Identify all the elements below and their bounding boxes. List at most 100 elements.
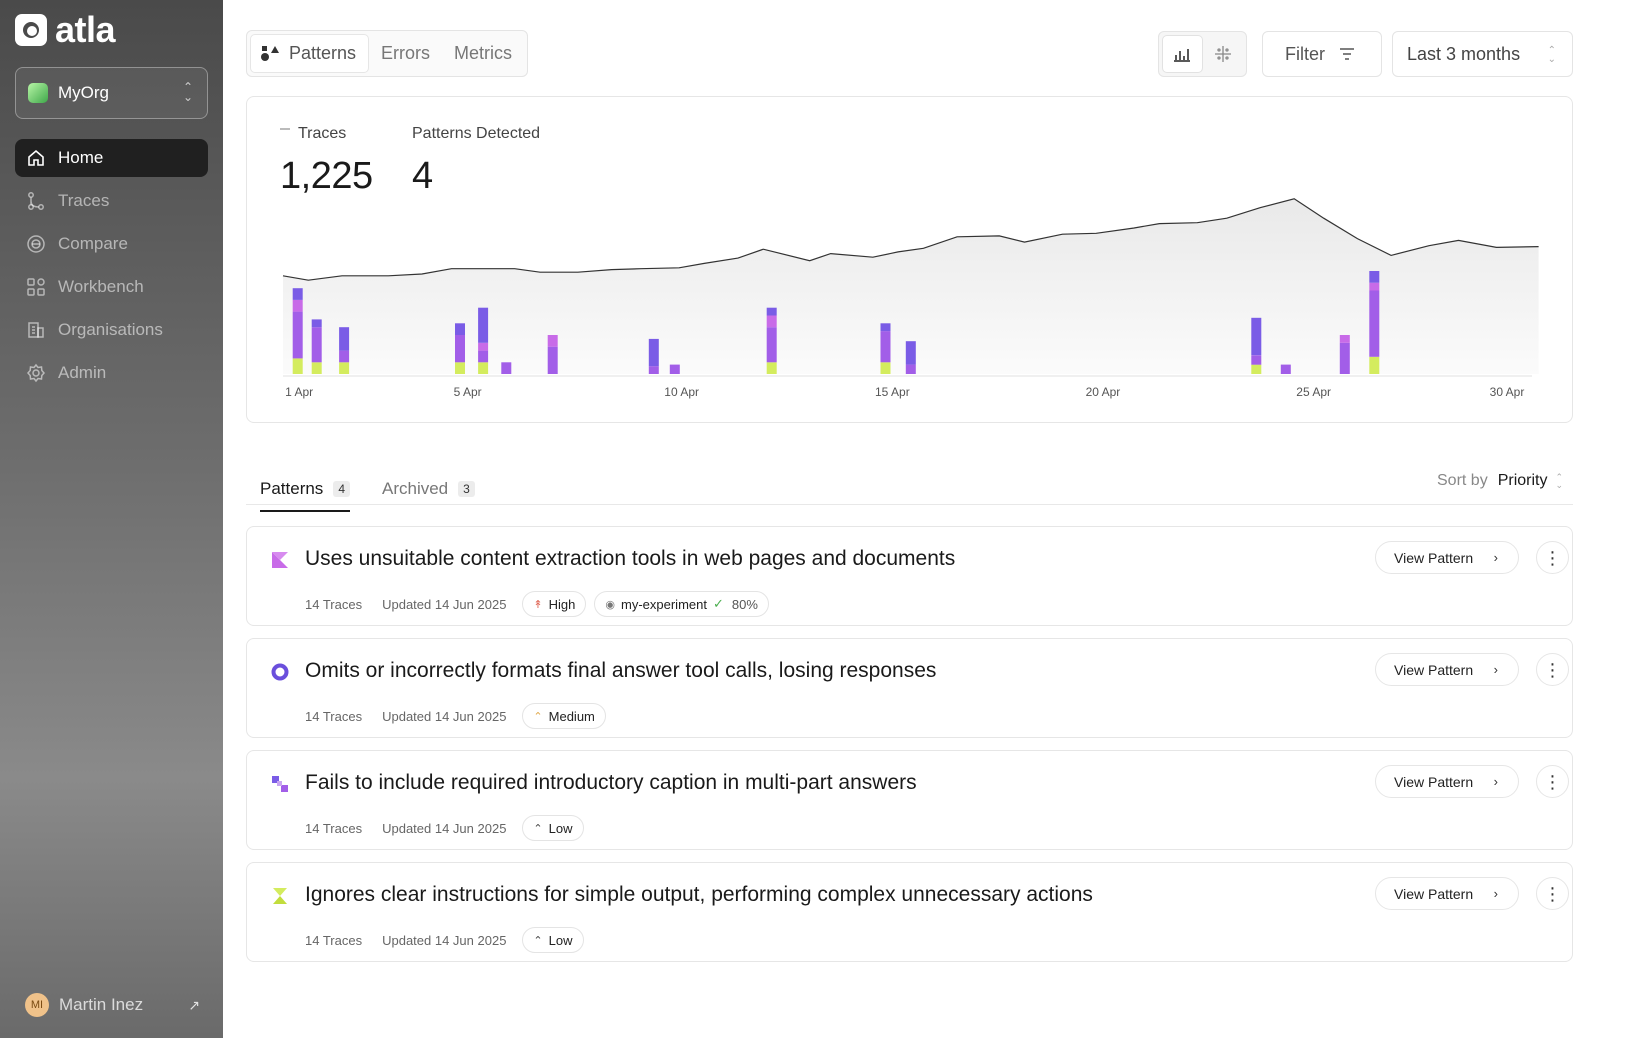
org-avatar [28, 83, 48, 103]
button-label: View Pattern [1394, 549, 1474, 566]
admin-icon [27, 363, 45, 383]
trace-count: 14 Traces [305, 932, 363, 948]
organisations-icon [28, 322, 44, 338]
bar-segment [1339, 342, 1350, 374]
pattern-card[interactable]: Ignores clear instructions for simple ou… [246, 862, 1573, 962]
bar-segment [648, 366, 659, 374]
chevron-up-down-icon: ⌃ ⌄ [1555, 472, 1564, 490]
tab-label: Metrics [454, 43, 513, 63]
pattern-title: Fails to include required introductory c… [305, 771, 917, 794]
sidebar-item-compare[interactable]: Compare [15, 225, 208, 263]
divider [246, 504, 1573, 505]
scatter-grid-icon [1214, 46, 1231, 62]
pattern-card[interactable]: Uses unsuitable content extraction tools… [246, 526, 1573, 626]
bar-segment [501, 362, 512, 374]
org-name: MyOrg [58, 83, 109, 102]
updated-date: Updated 14 Jun 2025 [382, 708, 507, 724]
app-logo[interactable]: atla [15, 12, 116, 48]
bar-segment [311, 362, 322, 374]
chevron-right-icon: › [1493, 662, 1498, 677]
sidebar-item-label: Home [58, 148, 104, 167]
updated-date: Updated 14 Jun 2025 [382, 932, 507, 948]
pattern-title: Ignores clear instructions for simple ou… [305, 883, 1093, 906]
scatter-view-button[interactable] [1203, 35, 1243, 73]
sidebar-item-label: Traces [58, 191, 110, 210]
bar-segment [339, 350, 350, 363]
date-range-select[interactable]: Last 3 months ⌃ ⌄ [1392, 31, 1573, 77]
sidebar-item-traces[interactable]: Traces [15, 182, 208, 220]
more-options-button[interactable]: ⋮ [1536, 877, 1569, 910]
tab-count-badge: 4 [333, 481, 350, 497]
avatar: MI [25, 993, 49, 1017]
more-options-button[interactable]: ⋮ [1536, 653, 1569, 686]
filter-label: Filter [1285, 43, 1325, 64]
tab-patterns-list[interactable]: Patterns 4 [260, 472, 350, 512]
priority-label: High [548, 596, 576, 612]
bar-segment [1369, 290, 1380, 357]
view-pattern-button[interactable]: View Pattern › [1375, 765, 1519, 798]
more-options-button[interactable]: ⋮ [1536, 541, 1569, 574]
bar-segment [455, 323, 465, 335]
tab-label: Patterns [260, 479, 324, 498]
pattern-meta: 14 Traces Updated 14 Jun 2025 ↟ High ◉ my-… [305, 591, 777, 617]
priority-label: Medium [548, 708, 595, 724]
chart-card: Traces 1,225 Patterns Detected 4 1 Apr 5 … [246, 96, 1573, 423]
external-arrow-icon: ↗ [188, 996, 200, 1013]
bar-segment [547, 346, 558, 374]
hourglass-icon [273, 888, 287, 904]
bar-segment [766, 307, 777, 316]
atla-logo-icon [15, 14, 47, 46]
bar-chart-view-button[interactable] [1162, 35, 1203, 73]
bar-segment [339, 362, 350, 374]
bar-segment [1251, 317, 1262, 356]
squares-icon [272, 776, 288, 792]
sidebar-item-label: Workbench [58, 277, 144, 296]
updated-date: Updated 14 Jun 2025 [382, 820, 507, 836]
tab-archived[interactable]: Archived 3 [382, 472, 475, 506]
sidebar-item-organisations[interactable]: Organisations [15, 311, 208, 349]
priority-badge: ↟ High [522, 591, 587, 617]
sidebar-item-home[interactable]: Home [15, 139, 208, 177]
chevron-up-down-icon: ⌃ ⌄ [1547, 45, 1556, 65]
bar-segment [455, 335, 465, 363]
experiment-badge[interactable]: ◉ my-experiment ✓ 80% [594, 591, 769, 617]
bar-segment [311, 319, 322, 328]
org-switcher[interactable]: MyOrg ⌃ ⌄ [15, 67, 208, 119]
bar-segment [1369, 282, 1380, 291]
bar-segment [292, 299, 303, 312]
sort-control[interactable]: Sort by Priority ⌃ ⌄ [1437, 472, 1573, 490]
sidebar-item-admin[interactable]: Admin [15, 354, 208, 392]
sidebar-item-workbench[interactable]: Workbench [15, 268, 208, 306]
priority-high-icon: ↟ [533, 598, 543, 611]
view-pattern-button[interactable]: View Pattern › [1375, 653, 1519, 686]
tab-metrics[interactable]: Metrics [442, 34, 524, 73]
x-tick-label: 15 Apr [875, 385, 910, 399]
pattern-title: Uses unsuitable content extraction tools… [305, 547, 956, 570]
priority-medium-icon: ⌃ [533, 710, 543, 723]
bar-segment [905, 341, 916, 365]
view-tabs: Patterns Errors Metrics [246, 30, 529, 77]
priority-low-icon: ⌃ [533, 934, 543, 947]
date-range-value: Last 3 months [1407, 43, 1521, 64]
bar-segment [880, 331, 891, 363]
tab-errors[interactable]: Errors [369, 34, 442, 73]
user-menu[interactable]: MI Martin Inez ↗ [25, 993, 200, 1017]
sort-label: Sort by [1437, 472, 1488, 489]
bar-segment [1369, 356, 1380, 374]
sidebar: atla MyOrg ⌃ ⌄ Home Traces Compare Workbe… [0, 0, 223, 1038]
updated-date: Updated 14 Jun 2025 [382, 596, 507, 612]
bar-segment [766, 315, 777, 328]
patterns-chart[interactable]: 1 Apr 5 Apr 10 Apr 15 Apr 20 Apr 25 Apr 30 Apr [247, 97, 1574, 424]
more-options-button[interactable]: ⋮ [1536, 765, 1569, 798]
view-pattern-button[interactable]: View Pattern › [1375, 877, 1519, 910]
pattern-card[interactable]: Fails to include required introductory c… [246, 750, 1573, 850]
pattern-meta: 14 Traces Updated 14 Jun 2025 ⌃ Medium [305, 703, 614, 729]
pattern-card[interactable]: Omits or incorrectly formats final answe… [246, 638, 1573, 738]
bar-segment [766, 327, 777, 363]
experiment-score: 80% [731, 596, 758, 612]
sort-value: Priority [1497, 472, 1548, 489]
ring-icon [271, 663, 289, 681]
tab-patterns[interactable]: Patterns [250, 34, 370, 73]
filter-button[interactable]: Filter [1262, 31, 1382, 77]
view-pattern-button[interactable]: View Pattern › [1375, 541, 1519, 574]
